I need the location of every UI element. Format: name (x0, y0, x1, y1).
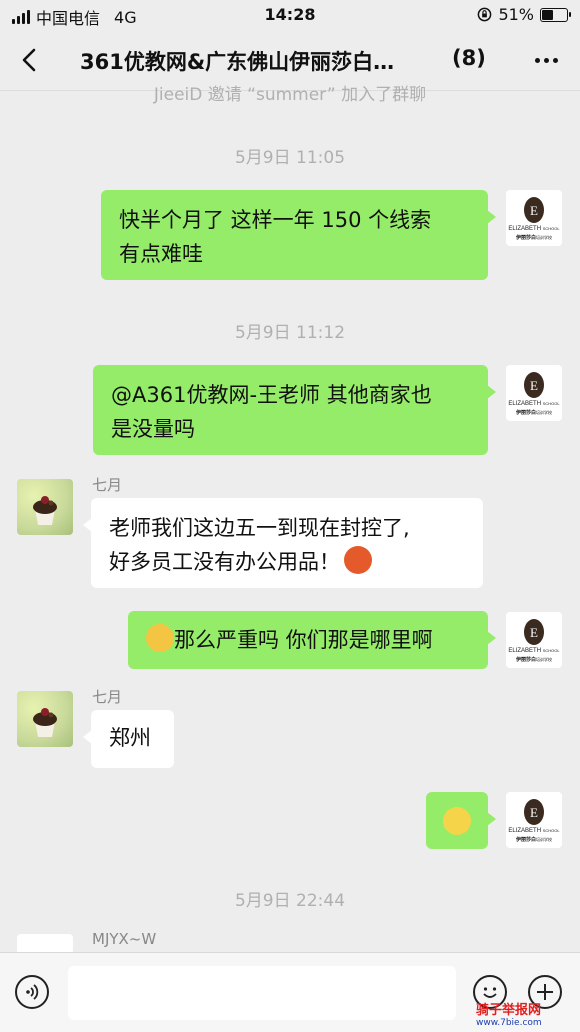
logo-name: ELIZABETH (508, 226, 541, 232)
message-text: 郑州 (109, 726, 151, 750)
logo-school: SCHOOL (543, 648, 561, 653)
svg-text:ELIZABETH SCHOOL: ELIZABETH SCHOOL (508, 648, 560, 654)
logo-school: SCHOOL (543, 401, 561, 406)
message-text-line: 快半个月了 这样一年 150 个线索 (119, 208, 432, 232)
svg-text:伊丽莎白培训学校: 伊丽莎白培训学校 (515, 656, 552, 663)
timestamp: 5月9日 11:05 (234, 148, 346, 168)
svg-text:ELIZABETH SCHOOL: ELIZABETH SCHOOL (508, 401, 560, 407)
received-message-bubble[interactable]: 郑州 (83, 710, 174, 768)
logo-letter: E (530, 378, 538, 393)
contact-avatar[interactable] (17, 934, 73, 954)
battery-fill (542, 9, 554, 20)
battery-percent: 51% (498, 5, 534, 24)
message-text-line: 老师我们这边五一到现在封控了, (109, 516, 410, 540)
cupcake-icon (33, 496, 57, 525)
self-avatar[interactable]: E ELIZABETH SCHOOL 伊丽莎白培训学校 (506, 612, 562, 668)
member-count: (8) (452, 46, 486, 70)
elizabeth-logo: E ELIZABETH SCHOOL 伊丽莎白培训学校 (508, 372, 560, 416)
back-arrow-icon[interactable] (14, 44, 46, 76)
logo-letter: E (530, 625, 538, 640)
sent-message-bubble[interactable]: @A361优教网-王老师 其他商家也 是没量吗 (93, 365, 496, 455)
message-text-line: @A361优教网-王老师 其他商家也 (111, 383, 432, 407)
self-avatar[interactable]: E ELIZABETH SCHOOL 伊丽莎白培训学校 (506, 365, 562, 421)
logo-letter: E (530, 203, 538, 218)
logo-cn: 伊丽莎白 (515, 836, 536, 843)
message-text-span: 好多员工没有办公用品！ (109, 550, 340, 574)
svg-text:ELIZABETH SCHOOL: ELIZABETH SCHOOL (508, 226, 560, 232)
logo-name: ELIZABETH (508, 401, 541, 407)
chat-title: 361优教网&广东佛山伊丽莎白… (80, 50, 395, 74)
svg-text:ELIZABETH SCHOOL: ELIZABETH SCHOOL (508, 828, 560, 834)
watermark: 骑子举报网 www.7bie.com (476, 999, 576, 1028)
sender-name: MJYX~W (92, 930, 157, 948)
message-input[interactable] (68, 966, 456, 1020)
battery-icon (540, 7, 571, 22)
logo-cn-sub: 培训学校 (536, 656, 552, 662)
message-text: 那么严重吗 你们那是哪里啊 (174, 628, 433, 652)
message-text-line: 是没量吗 (111, 417, 195, 441)
voice-icon (26, 984, 39, 1000)
logo-name: ELIZABETH (508, 648, 541, 654)
logo-school: SCHOOL (543, 226, 561, 231)
message-text-line: 有点难哇 (119, 242, 203, 266)
self-avatar[interactable]: E ELIZABETH SCHOOL 伊丽莎白培训学校 (506, 190, 562, 246)
elizabeth-logo: E ELIZABETH SCHOOL 伊丽莎白培训学校 (508, 619, 560, 663)
logo-cn: 伊丽莎白 (515, 409, 536, 416)
timestamp: 5月9日 22:44 (234, 891, 346, 911)
more-options-icon[interactable] (535, 58, 558, 63)
contact-avatar[interactable] (17, 691, 73, 747)
sent-message-bubble[interactable]: 快半个月了 这样一年 150 个线索 有点难哇 (101, 190, 496, 280)
logo-cn-sub: 培训学校 (536, 234, 552, 240)
elizabeth-logo: E ELIZABETH SCHOOL 伊丽莎白培训学校 (508, 197, 560, 241)
logo-school: SCHOOL (543, 828, 561, 833)
cupcake-icon (33, 708, 57, 737)
watermark-text: 骑子举报网 (476, 1003, 542, 1018)
status-bar: 中国电信 4G 14:28 51% (0, 0, 580, 30)
logo-cn-sub: 培训学校 (536, 836, 552, 842)
logo-cn-sub: 培训学校 (536, 409, 552, 415)
message-text-line: 好多员工没有办公用品！ (109, 545, 465, 579)
svg-text:伊丽莎白培训学校: 伊丽莎白培训学校 (515, 234, 552, 241)
sent-message-bubble[interactable]: 那么严重吗 你们那是哪里啊 (128, 611, 496, 669)
received-message-bubble[interactable]: 老师我们这边五一到现在封控了, 好多员工没有办公用品！ (83, 498, 483, 588)
rotation-lock-icon (478, 7, 492, 22)
sender-name: 七月 (92, 688, 123, 706)
logo-cn: 伊丽莎白 (515, 656, 536, 663)
svg-text:伊丽莎白培训学校: 伊丽莎白培训学校 (515, 409, 552, 416)
timestamp: 5月9日 11:12 (234, 323, 346, 343)
logo-cn: 伊丽莎白 (515, 234, 536, 241)
angry-face-emoji-icon (344, 546, 372, 574)
system-message: JieeiD 邀请 “summer” 加入了群聊 (153, 85, 427, 105)
sweat-face-emoji-icon (146, 624, 174, 652)
self-avatar[interactable]: E ELIZABETH SCHOOL 伊丽莎白培训学校 (506, 792, 562, 848)
logo-letter: E (530, 805, 538, 820)
status-right: 51% (477, 5, 571, 24)
sender-name: 七月 (92, 476, 123, 494)
elizabeth-logo: E ELIZABETH SCHOOL 伊丽莎白培训学校 (508, 799, 560, 843)
voice-input-button[interactable] (15, 975, 49, 1009)
sent-emoji-bubble[interactable] (426, 792, 496, 849)
contact-avatar[interactable] (17, 479, 73, 535)
svg-text:伊丽莎白培训学校: 伊丽莎白培训学校 (515, 836, 552, 843)
logo-name: ELIZABETH (508, 828, 541, 834)
watermark-url: www.7bie.com (476, 1018, 542, 1028)
smiling-face-emoji-icon (443, 807, 471, 835)
